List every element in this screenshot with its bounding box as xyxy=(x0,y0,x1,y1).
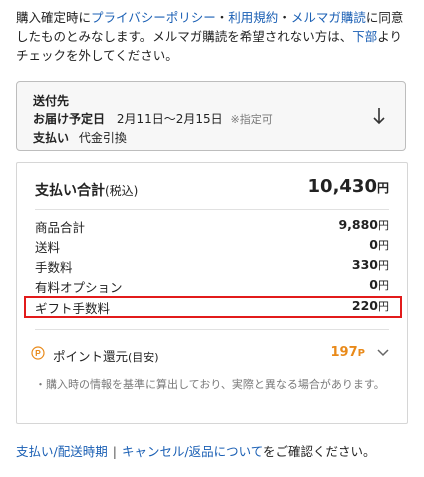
footer-separator: | xyxy=(112,444,117,459)
payment-summary: 支払い合計(税込) 10,430円 商品合計 9,880円 送料 0円 手数料 … xyxy=(16,162,408,424)
delivery-row: お届け予定日 2月11日～2月15日 ※指定可 xyxy=(33,110,405,129)
yen-unit: 円 xyxy=(378,239,389,252)
yen-unit: 円 xyxy=(378,259,389,272)
privacy-policy-link[interactable]: プライバシーポリシー xyxy=(91,10,216,25)
line-item-fee: 手数料 330円 xyxy=(35,255,389,275)
points-label: ポイント還元(目安) xyxy=(53,346,159,365)
payment-row: 支払い 代金引換 xyxy=(33,129,405,147)
shipping-info-box[interactable]: 送付先 お届け予定日 2月11日～2月15日 ※指定可 支払い 代金引換 xyxy=(16,81,406,151)
gift-fee-highlight-box xyxy=(24,296,402,318)
summary-divider-bottom xyxy=(35,329,389,330)
line-item-amount: 330 xyxy=(351,257,378,272)
yen-unit: 円 xyxy=(378,219,389,232)
footer-text: をご確認ください。 xyxy=(263,444,376,459)
total-row: 支払い合計(税込) 10,430円 xyxy=(35,176,389,202)
chevron-down-icon[interactable] xyxy=(377,348,389,358)
consent-dot-1: ・ xyxy=(215,10,229,25)
points-label-text: ポイント還元 xyxy=(53,349,129,364)
footer-links: 支払い/配送時期 | キャンセル/返品についてをご確認ください。 xyxy=(16,441,376,460)
line-item-label: 商品合計 xyxy=(35,220,86,235)
line-item-value: 0円 xyxy=(369,277,389,293)
payment-label: 支払い xyxy=(33,131,70,145)
delivery-label: お届け予定日 xyxy=(33,112,106,126)
line-item-value: 330円 xyxy=(352,257,389,273)
total-label: 支払い合計(税込) xyxy=(35,180,138,200)
line-item-paid-option: 有料オプション 0円 xyxy=(35,275,389,295)
line-item-shipping: 送料 0円 xyxy=(35,235,389,255)
points-label-note: (目安) xyxy=(128,351,159,364)
point-coin-icon: P xyxy=(31,346,45,360)
line-item-amount: 0 xyxy=(369,237,378,252)
line-item-label: 有料オプション xyxy=(35,280,123,295)
total-label-text: 支払い合計 xyxy=(35,183,105,199)
svg-text:P: P xyxy=(35,348,41,358)
delivery-dates: 2月11日～2月15日 xyxy=(116,112,223,126)
line-item-value: 0円 xyxy=(369,237,389,253)
payment-shipping-timing-link[interactable]: 支払い/配送時期 xyxy=(16,444,108,459)
newsletter-link[interactable]: メルマガ購読 xyxy=(291,10,366,25)
below-link[interactable]: 下部 xyxy=(352,29,377,44)
total-label-note: (税込) xyxy=(105,184,139,198)
points-note: ・購入時の情報を基準に算出しており、実際と異なる場合があります。 xyxy=(35,378,385,391)
line-item-label: 手数料 xyxy=(35,260,73,275)
terms-link[interactable]: 利用規約 xyxy=(228,10,278,25)
payment-method: 代金引換 xyxy=(78,131,127,145)
consent-text-before: 購入確定時に xyxy=(16,10,92,25)
total-amount: 10,430 xyxy=(307,176,377,197)
total-yen: 円 xyxy=(376,181,389,195)
delivery-note: ※指定可 xyxy=(230,113,273,126)
line-item-amount: 9,880 xyxy=(338,217,378,232)
line-item-label: 送料 xyxy=(35,240,61,255)
shipping-heading: 送付先 xyxy=(33,94,70,108)
cancel-return-link[interactable]: キャンセル/返品について xyxy=(122,444,263,459)
points-unit: P xyxy=(357,348,365,359)
points-row[interactable]: P ポイント還元(目安) 197P xyxy=(31,343,389,365)
consent-notice: 購入確定時にプライバシーポリシー・利用規約・メルマガ購読に同意したものとみなしま… xyxy=(16,8,412,65)
line-item-amount: 0 xyxy=(369,277,378,292)
arrow-down-icon[interactable] xyxy=(371,106,387,126)
yen-unit: 円 xyxy=(378,279,389,292)
line-item-subtotal: 商品合計 9,880円 xyxy=(35,215,389,235)
points-amount: 197 xyxy=(330,345,358,360)
summary-divider-top xyxy=(35,209,389,210)
total-value: 10,430円 xyxy=(308,176,389,197)
consent-dot-2: ・ xyxy=(278,10,291,25)
line-item-value: 9,880円 xyxy=(338,217,389,233)
points-value: 197P xyxy=(331,345,365,360)
